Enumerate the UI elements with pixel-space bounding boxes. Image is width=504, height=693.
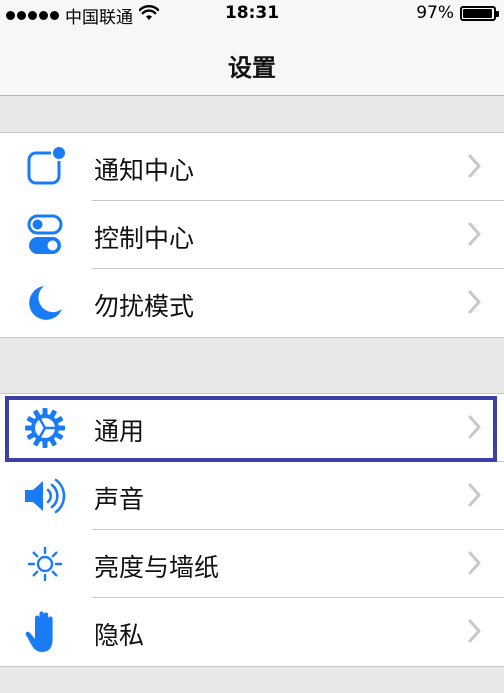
settings-group-2: 通用 声音 亮度与墙纸 隐私 [0,393,504,667]
settings-row-do-not-disturb[interactable]: 勿扰模式 [0,269,504,337]
chevron-right-icon [468,154,482,182]
settings-row-general[interactable]: 通用 [0,394,504,462]
control-center-icon [22,213,68,257]
battery-fill [463,8,492,18]
settings-row-label: 勿扰模式 [94,292,195,321]
settings-row-control-center[interactable]: 控制中心 [0,201,504,269]
settings-row-label: 声音 [94,485,145,514]
settings-row-brightness-wallpaper[interactable]: 亮度与墙纸 [0,530,504,598]
settings-row-label: 亮度与墙纸 [94,553,220,582]
battery-icon [460,5,499,21]
notification-center-icon [22,145,68,189]
chevron-right-icon [468,619,482,647]
settings-row-label: 控制中心 [94,224,195,253]
speaker-icon [22,474,68,518]
settings-row-sounds[interactable]: 声音 [0,462,504,530]
settings-row-notification-center[interactable]: 通知中心 [0,133,504,201]
navigation-bar: 设置 [0,28,504,96]
page-title: 设置 [228,54,276,82]
settings-group-1: 通知中心 控制中心 勿扰模式 [0,132,504,338]
sun-icon [22,542,68,586]
settings-row-label: 通知中心 [94,156,195,185]
settings-row-label: 通用 [94,417,145,446]
hand-icon [22,610,68,654]
settings-row-privacy[interactable]: 隐私 [0,598,504,666]
moon-icon [22,281,68,325]
gear-icon [22,406,68,450]
chevron-right-icon [468,483,482,511]
chevron-right-icon [468,551,482,579]
chevron-right-icon [468,222,482,250]
status-right: 97% [416,3,499,23]
status-bar: 中国联通 18:31 97% [0,0,504,28]
chevron-right-icon [468,415,482,443]
chevron-right-icon [468,290,482,318]
settings-row-label: 隐私 [94,621,145,650]
battery-percent: 97% [416,3,454,23]
